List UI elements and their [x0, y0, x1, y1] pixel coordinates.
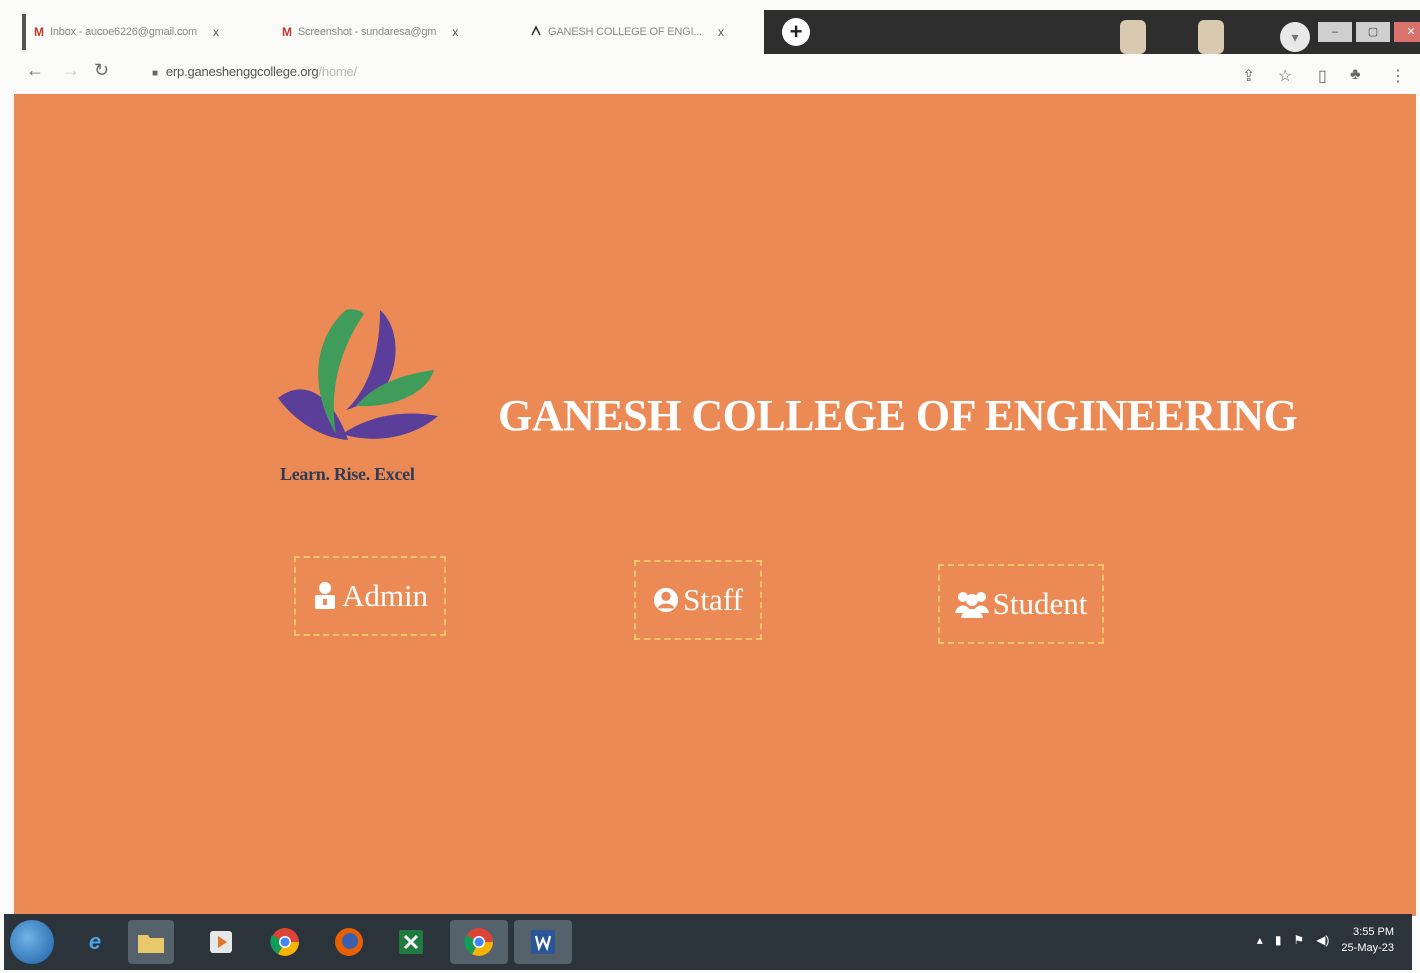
gmail-icon: M [282, 25, 292, 39]
user-lock-icon [312, 581, 338, 611]
screen: M Inbox - aucoe6226@gmail.com x M Screen… [0, 0, 1420, 973]
lock-icon: ■ [152, 68, 158, 79]
word-icon[interactable] [514, 920, 572, 964]
clock[interactable]: 3:55 PM 25-May-23 [1341, 924, 1394, 956]
blurred-area [1120, 20, 1146, 54]
tab-title: GANESH COLLEGE OF ENGI... [548, 26, 702, 38]
gmail-icon: M [34, 25, 44, 39]
profile-icon[interactable]: ♣ [1350, 66, 1361, 84]
address-bar[interactable]: ■ erp.ganeshenggcollege.org/home/ [152, 64, 357, 79]
close-window-button[interactable]: ✕ [1394, 22, 1420, 42]
college-title: GANESH COLLEGE OF ENGINEERING [498, 391, 1298, 440]
excel-icon[interactable] [388, 920, 434, 964]
new-tab-button[interactable]: + [782, 18, 810, 46]
window-controls: – ▢ ✕ [1318, 22, 1420, 42]
reload-icon[interactable]: ↻ [94, 60, 109, 81]
user-circle-icon [653, 585, 679, 615]
browser-tab-inbox[interactable]: M Inbox - aucoe6226@gmail.com x [22, 14, 272, 50]
back-arrow-icon[interactable]: ← [26, 60, 44, 81]
forward-arrow-icon[interactable]: → [62, 60, 80, 81]
users-icon [954, 589, 989, 619]
college-tagline: Learn. Rise. Excel [280, 464, 415, 484]
chrome-active-icon[interactable] [450, 920, 508, 964]
login-landing-page: Learn. Rise. Excel GANESH COLLEGE OF ENG… [14, 94, 1416, 916]
browser-tab-college[interactable]: GANESH COLLEGE OF ENGI... x [522, 14, 766, 50]
maximize-button[interactable]: ▢ [1356, 22, 1390, 42]
student-login-button[interactable]: Student [938, 564, 1104, 644]
close-tab-icon[interactable]: x [213, 25, 219, 39]
side-panel-icon[interactable]: ▯ [1318, 66, 1327, 86]
tab-title: Screenshot - sundaresa@gm [298, 26, 437, 38]
admin-login-button[interactable]: Admin [294, 556, 446, 636]
browser-toolbar: ← → ↻ ■ erp.ganeshenggcollege.org/home/ ⇪… [12, 54, 1416, 90]
media-player-icon[interactable] [198, 920, 244, 964]
firefox-icon[interactable] [326, 920, 372, 964]
menu-kebab-icon[interactable]: ⋮ [1390, 66, 1406, 86]
clock-time: 3:55 PM [1353, 926, 1394, 938]
college-logo [278, 309, 438, 440]
bookmark-star-icon[interactable]: ☆ [1278, 66, 1292, 86]
windows-taskbar: e ▴ ▮ ⚑ ◀) 3:55 PM 25-May-23 [4, 914, 1412, 970]
file-explorer-icon[interactable] [128, 920, 174, 964]
close-tab-icon[interactable]: x [452, 25, 458, 39]
student-label: Student [992, 586, 1088, 621]
college-logo-icon [530, 24, 542, 40]
show-hidden-icons-arrow-icon[interactable]: ▴ [1257, 933, 1263, 947]
admin-label: Admin [341, 578, 429, 613]
staff-login-button[interactable]: Staff [634, 560, 762, 640]
action-center-flag-icon[interactable]: ⚑ [1293, 933, 1304, 947]
staff-label: Staff [683, 582, 743, 617]
url-path: /home/ [318, 64, 357, 79]
clock-date: 25-May-23 [1341, 942, 1394, 954]
tab-search-chevron-down-icon[interactable]: ▾ [1280, 22, 1310, 52]
share-icon[interactable]: ⇪ [1242, 66, 1255, 86]
close-tab-icon[interactable]: x [718, 25, 724, 39]
minimize-button[interactable]: – [1318, 22, 1352, 42]
tab-title: Inbox - aucoe6226@gmail.com [50, 26, 198, 38]
network-icon[interactable]: ▮ [1275, 933, 1282, 947]
browser-tab-screenshot[interactable]: M Screenshot - sundaresa@gm x [274, 14, 520, 50]
internet-explorer-icon[interactable]: e [72, 920, 118, 964]
system-tray: ▴ ▮ ⚑ ◀) 3:55 PM 25-May-23 [1257, 924, 1394, 956]
url-host: erp.ganeshenggcollege.org [165, 64, 319, 79]
start-button[interactable] [10, 920, 54, 964]
chrome-icon[interactable] [262, 920, 308, 964]
volume-icon[interactable]: ◀) [1316, 933, 1329, 947]
blurred-area [1198, 20, 1224, 54]
browser-tab-strip: M Inbox - aucoe6226@gmail.com x M Screen… [12, 8, 1420, 54]
